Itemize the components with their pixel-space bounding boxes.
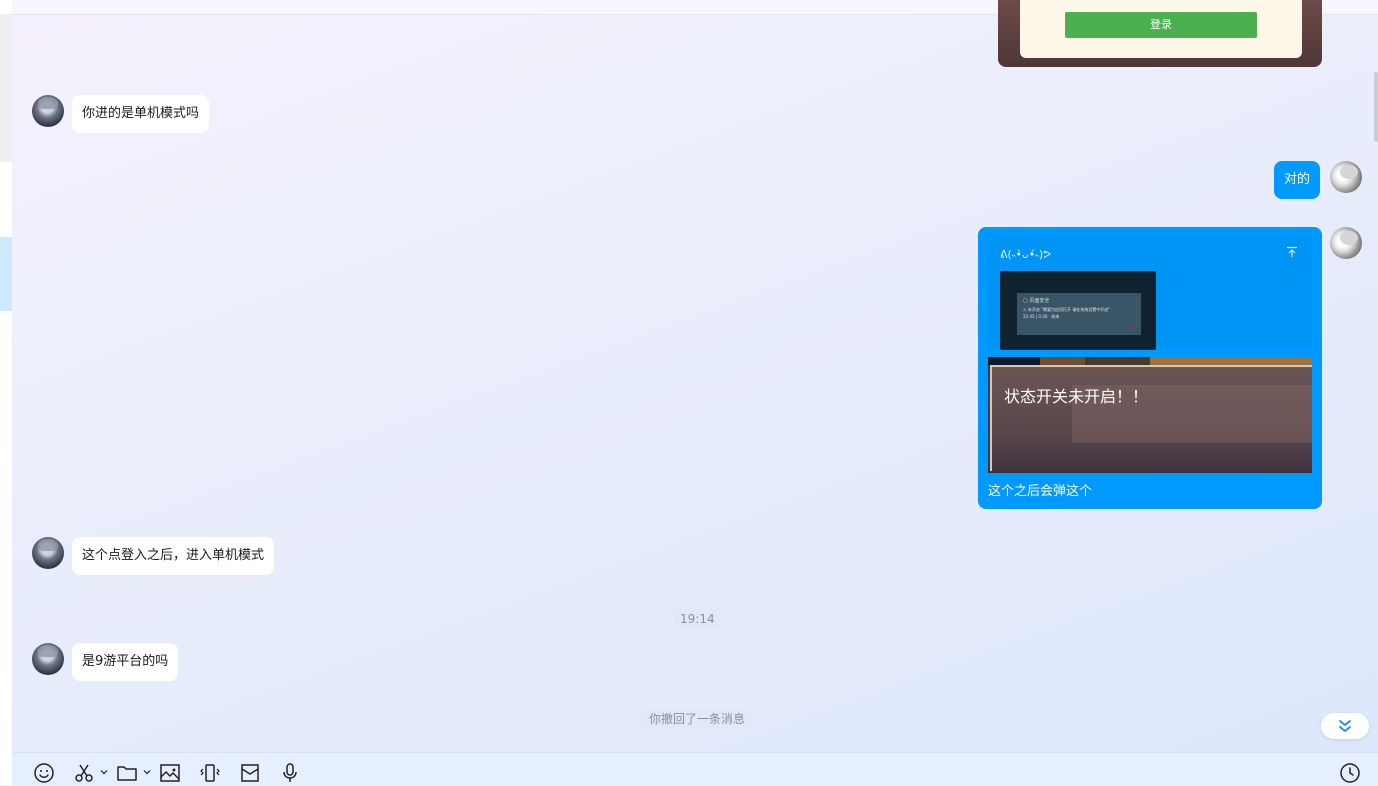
red-packet-icon[interactable] [239, 762, 261, 784]
folder-icon[interactable] [116, 762, 138, 784]
avatar-self[interactable] [1330, 161, 1362, 193]
image-message[interactable]: 登录 [998, 0, 1322, 67]
login-button-screenshot: 登录 [1065, 12, 1257, 38]
image-icon[interactable] [159, 762, 181, 784]
chevron-down-icon[interactable] [143, 768, 151, 776]
avatar[interactable] [32, 95, 64, 127]
emoji-icon[interactable] [33, 762, 55, 784]
thumb-text: ⚠ 未开启 "需要为应用打开 请在系统设置中开启" [1023, 307, 1111, 312]
chevron-down-icon[interactable] [100, 768, 108, 776]
double-chevron-down-icon [1339, 720, 1351, 732]
message-bubble-self[interactable]: 对的 [1274, 161, 1321, 199]
thumb-title: ▢ 页面安全 [1023, 298, 1050, 304]
shake-icon[interactable] [199, 762, 221, 784]
message-text: 这个之后会弹这个 [988, 484, 1093, 499]
quoted-screenshot[interactable]: ▢ 页面安全 ⚠ 未开启 "需要为应用打开 请在系统设置中开启" 22:45 |… [1000, 271, 1156, 350]
reply-message-bubble[interactable]: ᕕ(˵•̀ᴗ•́˵)ᕗ ▢ 页面安全 ⚠ 未开启 "需要为应用打开 请在系统设置… [978, 227, 1322, 509]
thumb-text: 22:45 | 0:30 · 结束 [1023, 314, 1060, 319]
game-dialog: 状态开关未开启！！ [990, 365, 1312, 471]
avatar[interactable] [32, 537, 64, 569]
left-panel-edge [0, 0, 12, 785]
history-clock-icon[interactable] [1339, 762, 1361, 784]
left-panel-item[interactable] [0, 14, 12, 162]
chat-message-area[interactable]: 登录 你进的是单机模式吗 对的 ᕕ(˵•̀ᴗ•́˵)ᕗ ▢ 页面安全 ⚠ 未开启… [12, 0, 1378, 752]
microphone-icon[interactable] [279, 762, 301, 784]
game-status-text: 状态开关未开启！！ [1004, 387, 1149, 406]
quoted-message[interactable]: ᕕ(˵•̀ᴗ•́˵)ᕗ ▢ 页面安全 ⚠ 未开启 "需要为应用打开 请在系统设置… [988, 235, 1312, 350]
left-panel-item-selected[interactable] [0, 237, 12, 311]
game-screenshot-image[interactable]: 状态开关未开启！！ [988, 357, 1312, 473]
time-divider: 19:14 [674, 609, 721, 629]
thumb-close: ✕ [1130, 325, 1135, 331]
chat-scrollbar[interactable] [1374, 72, 1378, 142]
message-bubble[interactable]: 你进的是单机模式吗 [72, 95, 210, 133]
dialog-screenshot: ▢ 页面安全 ⚠ 未开启 "需要为应用打开 请在系统设置中开启" 22:45 |… [1017, 293, 1141, 335]
input-toolbar [12, 752, 1378, 786]
jump-to-quote-icon[interactable] [1286, 246, 1298, 262]
scissors-icon[interactable] [73, 762, 95, 784]
scroll-to-bottom-button[interactable] [1321, 713, 1369, 739]
message-bubble[interactable]: 这个点登入之后，进入单机模式 [72, 537, 275, 575]
avatar[interactable] [32, 643, 64, 675]
quoted-sender-name: ᕕ(˵•̀ᴗ•́˵)ᕗ [1000, 248, 1052, 261]
recall-notice: 你撤回了一条消息 [641, 709, 754, 729]
message-bubble[interactable]: 是9游平台的吗 [72, 643, 179, 681]
avatar-self[interactable] [1330, 227, 1362, 259]
game-image-top [988, 357, 1312, 365]
